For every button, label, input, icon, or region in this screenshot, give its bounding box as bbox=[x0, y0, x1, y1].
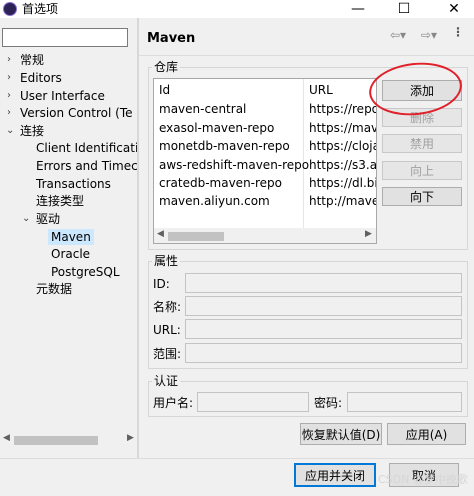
window-title: 首选项 bbox=[22, 2, 59, 16]
collapse-arrow-icon[interactable]: ⌄ bbox=[22, 211, 30, 227]
password-field[interactable] bbox=[347, 392, 462, 412]
tree-item-metadata[interactable]: 元数据 bbox=[36, 281, 72, 297]
name-label: 名称: bbox=[153, 300, 182, 314]
page-title: Maven bbox=[147, 31, 196, 46]
tree-item-oracle[interactable]: Oracle bbox=[51, 246, 90, 262]
repositories-table[interactable]: Id URL maven-central https://repo exasol… bbox=[153, 78, 377, 244]
username-label: 用户名: bbox=[153, 396, 194, 410]
tree-item-postgresql[interactable]: PostgreSQL bbox=[51, 264, 120, 280]
collapse-arrow-icon[interactable]: ⌄ bbox=[6, 123, 14, 139]
column-header-url[interactable]: URL bbox=[309, 82, 333, 98]
forward-arrow-icon[interactable]: ⇨▾ bbox=[421, 28, 437, 42]
tree-item-editors[interactable]: Editors bbox=[20, 70, 62, 86]
tree-item-maven[interactable]: Maven bbox=[48, 229, 94, 245]
move-down-button[interactable]: 向下 bbox=[382, 187, 462, 206]
id-field[interactable] bbox=[185, 273, 462, 293]
filter-input[interactable] bbox=[2, 28, 128, 47]
expand-arrow-icon[interactable]: › bbox=[7, 88, 11, 104]
column-divider bbox=[303, 79, 304, 229]
footer-separator bbox=[0, 458, 474, 459]
tree-item-client-identification[interactable]: Client Identificati bbox=[36, 140, 137, 156]
repo-row-id[interactable]: exasol-maven-repo bbox=[159, 120, 274, 136]
repo-row-id[interactable]: cratedb-maven-repo bbox=[159, 175, 282, 191]
app-icon bbox=[3, 2, 17, 16]
apply-button[interactable]: 应用(A) bbox=[387, 423, 466, 445]
repo-row-id[interactable]: monetdb-maven-repo bbox=[159, 138, 290, 154]
minimize-button[interactable]: — bbox=[342, 0, 374, 18]
column-header-id[interactable]: Id bbox=[159, 82, 170, 98]
repositories-group-label: 仓库 bbox=[152, 60, 181, 74]
name-field[interactable] bbox=[185, 296, 462, 316]
tree-item-connection-types[interactable]: 连接类型 bbox=[36, 193, 84, 209]
expand-arrow-icon[interactable]: › bbox=[7, 105, 11, 121]
url-field[interactable] bbox=[185, 319, 462, 339]
tree-item-version-control[interactable]: Version Control (Te bbox=[20, 105, 133, 121]
repo-row-url[interactable]: https://repo bbox=[309, 101, 376, 117]
authentication-group-label: 认证 bbox=[152, 374, 181, 388]
tree-item-errors-timeouts[interactable]: Errors and Timec bbox=[36, 158, 137, 174]
expand-arrow-icon[interactable]: › bbox=[7, 52, 11, 68]
expand-arrow-icon[interactable]: › bbox=[7, 70, 11, 86]
properties-group-label: 属性 bbox=[152, 254, 181, 268]
restore-defaults-button[interactable]: 恢复默认值(D) bbox=[300, 423, 382, 445]
tree-item-connections[interactable]: 连接 bbox=[20, 123, 44, 139]
move-up-button[interactable]: 向上 bbox=[382, 161, 462, 180]
username-field[interactable] bbox=[197, 392, 309, 412]
repo-row-id[interactable]: maven.aliyun.com bbox=[159, 193, 270, 209]
repo-row-url[interactable]: https://s3.ar bbox=[309, 157, 376, 173]
view-menu-icon[interactable]: ⋮ bbox=[452, 25, 464, 39]
scope-label: 范围: bbox=[153, 347, 182, 361]
watermark: CSDN @梦中挽歌 bbox=[378, 473, 468, 486]
tree-item-drivers[interactable]: 驱动 bbox=[36, 211, 60, 227]
repo-row-id[interactable]: aws-redshift-maven-repo bbox=[159, 157, 309, 173]
repo-row-url[interactable]: https://mave bbox=[309, 120, 376, 136]
scroll-left-icon[interactable]: ◀ bbox=[3, 433, 10, 443]
repo-row-url[interactable]: https://cloja bbox=[309, 138, 376, 154]
password-label: 密码: bbox=[314, 396, 343, 410]
url-label: URL: bbox=[153, 323, 181, 337]
scrollbar-thumb[interactable] bbox=[168, 232, 224, 241]
tree-item-general[interactable]: 常规 bbox=[20, 52, 44, 68]
scrollbar-thumb[interactable] bbox=[14, 436, 98, 445]
back-arrow-icon[interactable]: ⇦▾ bbox=[390, 28, 406, 42]
table-horizontal-scrollbar[interactable]: ◀ ▶ bbox=[154, 228, 376, 243]
scroll-right-icon[interactable]: ▶ bbox=[127, 433, 134, 443]
tree-item-transactions[interactable]: Transactions bbox=[36, 176, 111, 192]
close-button[interactable]: ✕ bbox=[438, 0, 470, 18]
disable-button[interactable]: 禁用 bbox=[382, 134, 462, 153]
panel-splitter[interactable] bbox=[137, 18, 139, 458]
apply-and-close-button[interactable]: 应用并关闭 bbox=[294, 463, 376, 487]
tree-item-user-interface[interactable]: User Interface bbox=[20, 88, 105, 104]
scroll-left-icon[interactable]: ◀ bbox=[157, 229, 164, 239]
scope-field[interactable] bbox=[185, 343, 462, 363]
repo-row-url[interactable]: http://mave bbox=[309, 193, 376, 209]
tree-horizontal-scrollbar[interactable]: ◀ ▶ bbox=[0, 432, 137, 448]
preferences-tree-panel: › 常规 › Editors › User Interface › Versio… bbox=[0, 18, 137, 458]
scroll-right-icon[interactable]: ▶ bbox=[365, 229, 372, 239]
id-label: ID: bbox=[153, 277, 170, 291]
maximize-button[interactable]: ☐ bbox=[388, 0, 420, 18]
repo-row-id[interactable]: maven-central bbox=[159, 101, 246, 117]
repo-row-url[interactable]: https://dl.bi bbox=[309, 175, 376, 191]
